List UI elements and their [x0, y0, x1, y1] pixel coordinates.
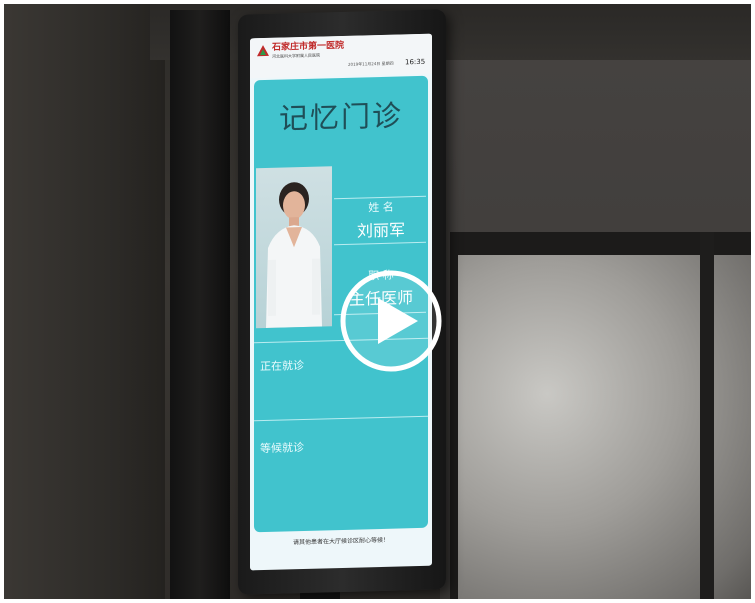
footer-notice: 请其他患者在大厅候诊区耐心等候！ — [292, 536, 389, 547]
play-icon[interactable] — [338, 268, 444, 374]
now-serving-label: 正在就诊 — [260, 358, 304, 374]
waiting-label: 等候就诊 — [260, 440, 304, 456]
name-label: 姓 名 — [368, 200, 394, 215]
door-frame — [170, 10, 230, 603]
video-frame: 石家庄市第一医院 河北医科大学附属人民医院 2019年11月24日 星期四 16… — [0, 0, 755, 603]
clinic-title: 记忆门诊 — [278, 98, 403, 136]
window-post — [700, 232, 714, 603]
doctor-photo — [256, 166, 332, 329]
screen-time: 16:35 — [405, 57, 426, 67]
screen-header: 石家庄市第一医院 河北医科大学附属人民医院 2019年11月24日 星期四 16… — [250, 33, 432, 79]
hospital-subname: 河北医科大学附属人民医院 — [272, 52, 320, 59]
hospital-name: 石家庄市第一医院 — [272, 40, 345, 53]
screen-date: 2019年11月24日 星期四 — [348, 60, 394, 67]
doctor-portrait — [266, 182, 322, 328]
divider — [334, 241, 426, 246]
divider — [254, 415, 428, 422]
doctor-name: 刘丽军 — [356, 220, 405, 241]
background-wall — [0, 0, 165, 603]
hospital-logo-icon — [257, 45, 269, 57]
